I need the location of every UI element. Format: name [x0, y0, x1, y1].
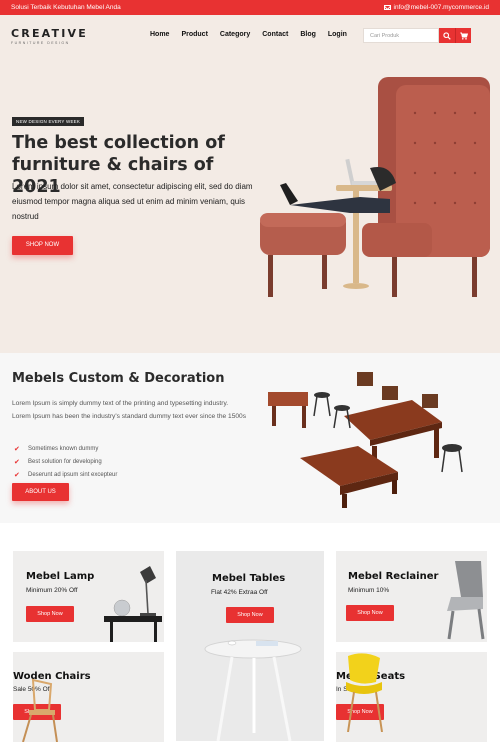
mail-icon: [383, 4, 391, 10]
lamp-image: [104, 566, 162, 642]
cart-button[interactable]: [455, 28, 471, 43]
nav-contact[interactable]: Contact: [262, 31, 288, 38]
check-icon: ✔: [14, 458, 20, 466]
hero-badge: NEW DESIGN EVERY WEEK: [12, 117, 85, 126]
custom-description: Lorem Ipsum is simply dummy text of the …: [12, 400, 246, 420]
shop-now-button[interactable]: SHOP NOW: [12, 236, 73, 255]
check-icon: ✔: [14, 445, 20, 453]
card-subtitle: Flat 42% Extraa Off: [211, 589, 268, 596]
card-title: Mebel Reclainer: [348, 571, 439, 582]
card-subtitle: Minimum 20% Off: [26, 587, 78, 594]
topbar-email[interactable]: info@mebel-007.mycommerce.id: [394, 4, 489, 11]
feature-item: ✔ Sometimes known dummy: [14, 442, 117, 455]
dining-set-image: [268, 372, 463, 508]
about-us-button[interactable]: ABOUT US: [12, 483, 69, 501]
shop-now-button[interactable]: Shop Now: [226, 607, 274, 623]
nav-login[interactable]: Login: [328, 31, 347, 38]
custom-title: Mebels Custom & Decoration: [12, 371, 225, 386]
cart-icon: [460, 32, 468, 40]
search-input[interactable]: Cari Produk: [363, 28, 439, 43]
logo-name: CREATIVE: [11, 27, 88, 40]
search-icon: [443, 31, 451, 40]
card-title: Mebel Lamp: [26, 571, 95, 582]
yellow-seat-image: [346, 653, 383, 732]
main-nav: Home Product Category Contact Blog Login: [150, 31, 359, 38]
feature-item: ✔ Best solution for developing: [14, 455, 117, 468]
nav-blog[interactable]: Blog: [300, 31, 316, 38]
nav-product[interactable]: Product: [181, 31, 207, 38]
feature-item: ✔ Deserunt ad ipsum sint excepteur: [14, 468, 117, 481]
card-title: Mebel Tables: [212, 573, 286, 584]
table-image: [204, 639, 302, 741]
hero-section: NEW DESIGN EVERY WEEK The best collectio…: [0, 53, 500, 353]
search-button[interactable]: [439, 28, 455, 43]
feature-label: Deserunt ad ipsum sint excepteur: [28, 471, 118, 478]
feature-list: ✔ Sometimes known dummy ✔ Best solution …: [14, 442, 117, 481]
nav-home[interactable]: Home: [150, 31, 169, 38]
hero-chair-image: [260, 77, 490, 297]
reclainer-image: [447, 561, 485, 640]
logo[interactable]: CREATIVE FURNITURE DESIGN: [11, 27, 88, 45]
shop-now-button[interactable]: Shop Now: [26, 606, 74, 622]
topbar-tagline: Solusi Terbaik Kebutuhan Mebel Anda: [11, 3, 121, 11]
nav-category[interactable]: Category: [220, 31, 250, 38]
card-subtitle: Minimum 10%: [348, 587, 390, 594]
topbar-contact[interactable]: info@mebel-007.mycommerce.id: [383, 4, 489, 11]
wooden-chair-image: [22, 678, 58, 742]
category-card-chairs[interactable]: Woden Chairs Sale 50% Off Shop Now: [13, 652, 164, 742]
logo-tagline: FURNITURE DESIGN: [11, 41, 70, 45]
category-card-seats[interactable]: Mebel Seats In Stock 100% Shop Now: [336, 652, 487, 742]
category-card-lamp[interactable]: Mebel Lamp Minimum 20% Off Shop Now: [13, 551, 164, 642]
top-bar: Solusi Terbaik Kebutuhan Mebel Anda info…: [0, 0, 500, 15]
check-icon: ✔: [14, 471, 20, 479]
custom-section: Mebels Custom & Decoration Lorem Ipsum i…: [0, 353, 500, 523]
hero-description: Lorem ipsum dolor sit amet, consectetur …: [12, 182, 253, 221]
feature-label: Best solution for developing: [28, 458, 102, 465]
shop-now-button[interactable]: Shop Now: [346, 605, 394, 621]
site-header: CREATIVE FURNITURE DESIGN Home Product C…: [0, 15, 500, 53]
feature-label: Sometimes known dummy: [28, 445, 99, 452]
category-card-reclainer[interactable]: Mebel Reclainer Minimum 10% Shop Now: [336, 551, 487, 642]
category-card-tables[interactable]: Mebel Tables Flat 42% Extraa Off Shop No…: [176, 551, 324, 741]
